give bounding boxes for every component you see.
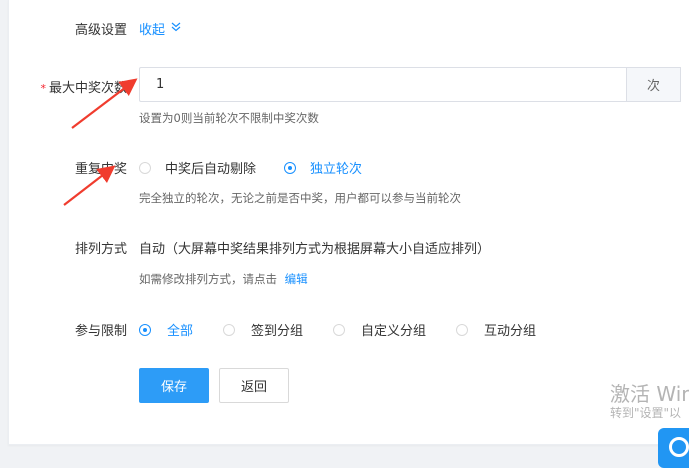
limit-option-interactive-group[interactable]: 互动分组 [456,320,536,339]
required-mark: * [40,82,46,95]
save-button[interactable]: 保存 [139,368,209,403]
limit-option-custom-group-label: 自定义分组 [361,324,427,339]
max-wins-label-text: 最大中奖次数 [48,81,127,96]
advanced-settings-label: 高级设置 [74,23,127,38]
arrange-hint-text: 如需修改排列方式，请点击 [139,272,277,286]
radio-circle-icon[interactable] [139,323,151,336]
radio-circle-icon[interactable] [284,161,297,174]
arrange-value: 自动（大屏幕中奖结果排列方式为根据屏幕大小自适应排列） [139,242,491,257]
repeat-win-option-remove[interactable]: 中奖后自动剔除 [139,158,256,177]
activation-watermark-title: 激活 Win [610,382,689,406]
activation-watermark-subtitle: 转到"设置"以 [610,406,682,420]
arrange-edit-link[interactable]: 编辑 [285,272,308,286]
limit-label: 参与限制 [74,324,127,339]
arrange-label: 排列方式 [74,242,127,257]
limit-option-all[interactable]: 全部 [139,320,193,339]
float-action-icon[interactable] [658,428,689,468]
radio-circle-icon[interactable] [139,161,151,174]
limit-option-checkin-group[interactable]: 签到分组 [223,320,303,339]
radio-circle-icon[interactable] [223,323,236,336]
limit-option-interactive-group-label: 互动分组 [484,324,537,339]
max-wins-input-group: 次 [139,67,681,102]
repeat-win-option-independent[interactable]: 独立轮次 [284,158,362,177]
repeat-win-hint: 完全独立的轮次，无论之前是否中奖，用户都可以参与当前轮次 [139,191,461,205]
chevron-double-down-icon [171,21,181,36]
advanced-toggle[interactable]: 收起 [139,19,181,38]
back-button[interactable]: 返回 [219,368,289,403]
limit-option-custom-group[interactable]: 自定义分组 [333,320,426,339]
max-wins-input[interactable] [139,67,626,102]
max-wins-unit: 次 [626,67,681,102]
max-wins-hint: 设置为0则当前轮次不限制中奖次数 [139,111,319,125]
arrange-hint: 如需修改排列方式，请点击 编辑 [139,271,308,287]
radio-circle-icon[interactable] [333,323,346,336]
repeat-win-label: 重复中奖 [74,162,127,177]
repeat-win-radio-group: 中奖后自动剔除 独立轮次 [139,158,390,177]
repeat-win-option-remove-label: 中奖后自动剔除 [165,162,257,177]
limit-radio-group: 全部 签到分组 自定义分组 互动分组 [139,320,564,339]
repeat-win-option-independent-label: 独立轮次 [310,162,363,177]
radio-circle-icon[interactable] [456,323,469,336]
advanced-toggle-label[interactable]: 收起 [139,19,165,38]
limit-option-all-label: 全部 [167,324,194,339]
max-wins-label: * 最大中奖次数 [40,77,127,96]
limit-option-checkin-group-label: 签到分组 [251,324,304,339]
